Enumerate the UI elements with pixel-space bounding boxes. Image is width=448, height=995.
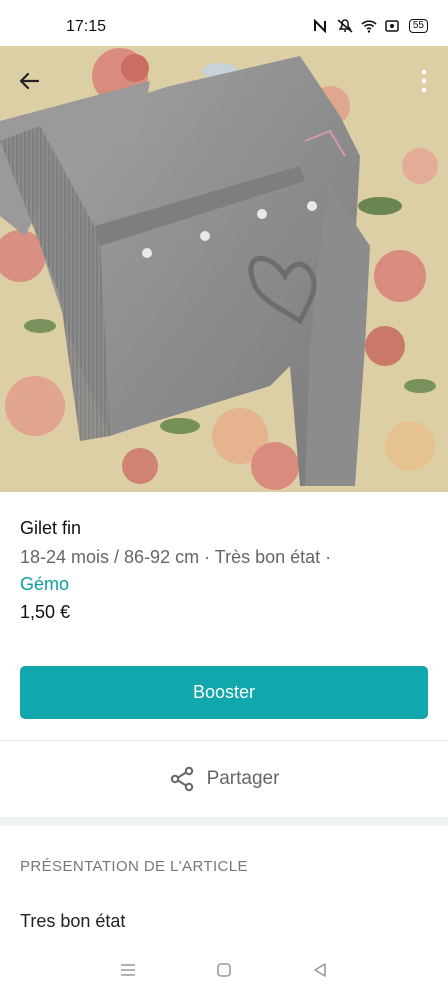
back-icon [314, 963, 326, 977]
item-price: 1,50 € [20, 602, 71, 622]
back-arrow-icon [19, 72, 40, 90]
nfc-icon [313, 18, 329, 34]
wifi-icon [361, 19, 377, 33]
menu-icon [121, 964, 135, 976]
share-button[interactable]: Partager [0, 741, 448, 817]
system-nav-bar [0, 945, 448, 995]
item-size-condition: 18-24 mois / 86-92 cm · Très bon état · [20, 547, 332, 567]
mute-icon [337, 19, 353, 33]
brand-link[interactable]: Gémo [20, 574, 69, 594]
status-icons: 55 [313, 18, 428, 34]
more-vertical-icon [421, 69, 427, 93]
recent-apps-button[interactable] [116, 958, 140, 982]
section-title: PRÉSENTATION DE L'ARTICLE [20, 858, 248, 875]
more-options-button[interactable] [418, 66, 430, 96]
product-photo[interactable] [0, 46, 448, 492]
item-meta: 18-24 mois / 86-92 cm · Très bon état · … [20, 544, 430, 598]
share-label: Partager [206, 768, 280, 789]
system-back-button[interactable] [308, 958, 332, 982]
section-divider [0, 817, 448, 826]
item-description: Tres bon état [20, 911, 126, 931]
item-title: Gilet fin [20, 518, 82, 538]
back-button[interactable] [14, 66, 44, 96]
home-button[interactable] [212, 958, 236, 982]
home-icon [217, 963, 231, 977]
screen-record-icon [385, 19, 401, 33]
status-time: 17:15 [66, 18, 107, 35]
boost-button[interactable]: Booster [20, 666, 428, 719]
battery-icon: 55 [408, 19, 428, 33]
share-icon [170, 766, 193, 792]
status-bar: 17:15 55 [0, 0, 448, 46]
